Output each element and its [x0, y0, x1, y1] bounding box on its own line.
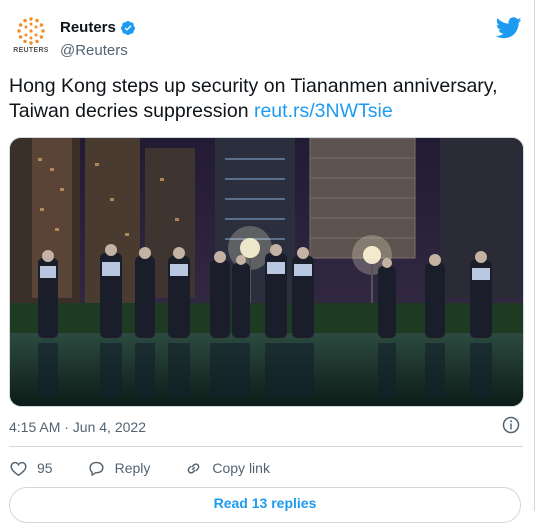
tweet-link[interactable]: reut.rs/3NWTsie — [254, 100, 393, 122]
reply-button[interactable]: Reply — [87, 459, 151, 478]
display-name[interactable]: Reuters — [60, 19, 116, 36]
speech-bubble-icon — [89, 461, 104, 476]
avatar[interactable]: REUTERS — [12, 16, 50, 54]
copy-link-button[interactable]: Copy link — [184, 459, 270, 478]
divider — [9, 446, 523, 447]
action-bar: 95 Reply Copy link — [9, 458, 304, 478]
tweet-text: Hong Kong steps up security on Tiananmen… — [9, 74, 529, 124]
verified-badge-icon — [120, 20, 135, 35]
tweet-photo[interactable] — [9, 137, 524, 407]
like-count: 95 — [37, 460, 53, 476]
author-name-row[interactable]: Reuters — [60, 19, 136, 36]
copy-link-label: Copy link — [212, 460, 270, 476]
bird-icon[interactable] — [496, 17, 522, 39]
reply-label: Reply — [114, 460, 151, 476]
photo-police-night-scene — [10, 138, 523, 406]
heart-icon — [10, 461, 27, 476]
link-icon — [188, 462, 200, 474]
author-handle[interactable]: @Reuters — [60, 42, 128, 59]
tweet-timestamp[interactable]: 4:15 AM · Jun 4, 2022 — [9, 419, 146, 435]
card-border — [534, 0, 535, 511]
like-button[interactable]: 95 — [9, 459, 53, 478]
read-replies-button[interactable]: Read 13 replies — [9, 487, 521, 523]
info-icon[interactable] — [502, 416, 520, 434]
reuters-logo-word: REUTERS — [13, 47, 49, 54]
reuters-logo-icon — [17, 17, 45, 45]
tweet-card: REUTERS Reuters @Reuters Hong Kong steps… — [0, 0, 541, 523]
